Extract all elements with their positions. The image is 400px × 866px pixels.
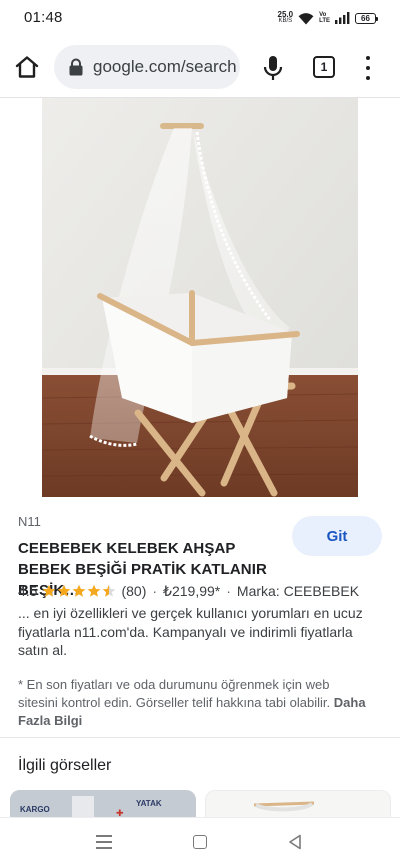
result-description: ... en iyi özellikleri ve gerçek kullanı… (18, 605, 363, 658)
result-meta: 4.5 (80) · ₺219,99* · Marka: CEEBEBEK (18, 582, 359, 600)
star-icon (73, 584, 86, 597)
status-time: 01:48 (24, 9, 63, 26)
battery-level: 66 (361, 13, 370, 23)
section-divider (0, 737, 400, 738)
volte-indicator: Vo LTE (319, 12, 330, 24)
go-button[interactable]: Git (292, 516, 382, 556)
star-icon (43, 584, 56, 597)
nav-home-icon[interactable] (193, 835, 207, 849)
thumb-label-left: KARGO (20, 805, 50, 814)
mic-icon[interactable] (262, 55, 284, 81)
disclaimer-text: * En son fiyatları ve oda durumunu öğren… (18, 677, 331, 710)
url-text: google.com/search (93, 57, 237, 76)
rating-value: 4.5 (18, 583, 38, 599)
network-speed: 25.0 KB/S (278, 11, 294, 25)
status-bar: 01:48 25.0 KB/S Vo LTE 66 (0, 0, 400, 36)
signal-icon (335, 12, 350, 24)
system-nav-bar (0, 818, 400, 866)
related-image-thumb[interactable] (205, 790, 391, 820)
related-images-heading: İlgili görseller (18, 757, 112, 774)
lock-icon (69, 58, 83, 76)
star-icon (103, 584, 116, 597)
wifi-icon (298, 12, 314, 24)
price: ₺219,99* (163, 582, 221, 599)
related-image-thumb[interactable]: KARGO YATAK ✚ (10, 790, 196, 820)
back-icon[interactable] (288, 834, 302, 850)
home-icon[interactable] (14, 54, 40, 80)
result-disclaimer: * En son fiyatları ve oda durumunu öğren… (18, 676, 368, 730)
volte-bottom: LTE (319, 18, 330, 24)
thumb-label-right: YATAK (136, 799, 162, 808)
recents-icon[interactable] (96, 835, 112, 849)
brand: Marka: CEEBEBEK (236, 583, 360, 599)
star-icon (58, 584, 71, 597)
svg-text:✚: ✚ (116, 808, 124, 818)
thumb-graphic: KARGO YATAK ✚ (10, 790, 196, 820)
status-icons: 25.0 KB/S Vo LTE 66 (278, 10, 378, 26)
star-icon (88, 584, 101, 597)
thumb-graphic (206, 791, 390, 820)
tabs-icon[interactable]: 1 (313, 56, 335, 78)
review-count: (80) (121, 583, 147, 599)
network-speed-value: 25.0 (277, 10, 294, 19)
address-bar[interactable]: google.com/search (54, 45, 240, 89)
battery-icon: 66 (355, 12, 378, 24)
product-image[interactable] (42, 98, 358, 497)
browser-toolbar: google.com/search 1 (0, 36, 400, 98)
meta-separator: · (226, 583, 231, 599)
network-speed-unit: KB/S (278, 18, 293, 24)
meta-separator: · (152, 583, 158, 599)
rating-stars (42, 584, 117, 598)
more-vert-icon[interactable] (360, 56, 376, 80)
result-source[interactable]: N11 (18, 514, 41, 529)
cradle-photo (42, 98, 358, 497)
tab-count: 1 (320, 60, 328, 74)
